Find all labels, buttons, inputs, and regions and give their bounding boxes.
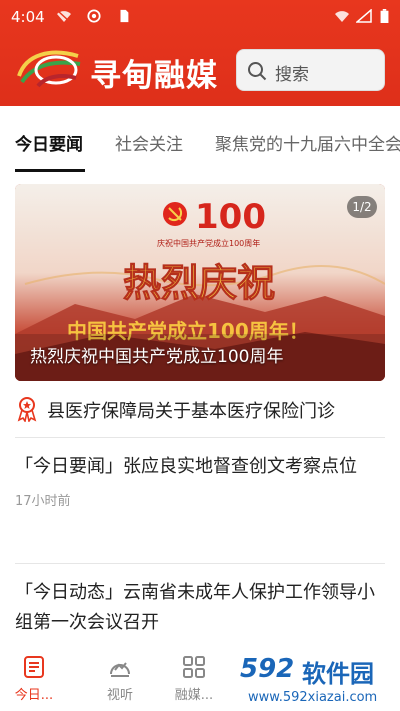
brand-logo-icon (17, 50, 81, 88)
nav-today[interactable]: 今日... (4, 654, 64, 710)
divider (15, 437, 385, 438)
award-ribbon-icon (17, 397, 37, 422)
news-title: 「今日要闻」张应良实地督查创文考察点位 (15, 456, 357, 477)
banner-number: 100 (195, 197, 266, 237)
banner-main-text: 热烈庆祝 (123, 261, 275, 305)
search-icon (248, 62, 267, 81)
news-item[interactable]: 「今日要闻」张应良实地督查创文考察点位 17小时前 (15, 452, 385, 509)
data-saver-icon (87, 9, 101, 23)
app-screen: 4:04 寻甸融媒 搜索 今日要闻 社会关注 聚焦党的十九届六中全会 100 庆… (0, 0, 400, 711)
wifi-x-icon (335, 11, 349, 22)
watermark-url: www.592xiazai.com (248, 690, 378, 705)
search-box[interactable]: 搜索 (236, 49, 385, 91)
tab-sixth-plenary[interactable]: 聚焦党的十九届六中全会 (215, 130, 400, 155)
category-tabs: 今日要闻 社会关注 聚焦党的十九届六中全会 (0, 106, 400, 172)
wifi-off-icon (57, 10, 71, 23)
sim-card-icon (120, 9, 129, 23)
tab-today-news[interactable]: 今日要闻 (15, 130, 83, 155)
status-time: 4:04 (11, 8, 45, 26)
watermark-number: 592 (240, 654, 295, 684)
hammer-sickle-icon (163, 202, 187, 226)
nav-apps[interactable]: 融媒... (164, 654, 224, 710)
apps-icon (183, 656, 205, 678)
news-icon (24, 656, 44, 678)
brand-name: 寻甸融媒 (90, 58, 218, 94)
battery-icon (380, 9, 389, 23)
divider (15, 563, 385, 564)
nav-label: 视听 (106, 688, 133, 703)
notice-ticker[interactable]: 县医疗保障局关于基本医疗保险门诊 (15, 392, 385, 428)
brand: 寻甸融媒 (16, 44, 231, 94)
site-watermark: 592 软件园 www.592xiazai.com (238, 652, 398, 710)
status-bar: 4:04 (0, 0, 400, 33)
app-header: 4:04 寻甸融媒 搜索 (0, 0, 400, 106)
nav-label: 融媒... (174, 688, 214, 703)
banner-caption[interactable]: 热烈庆祝中国共产党成立100周年 (30, 342, 283, 367)
news-title: 「今日动态」云南省未成年人保护工作领导小组第一次会议召开 (15, 582, 375, 633)
tab-indicator (15, 169, 85, 172)
tab-social-focus[interactable]: 社会关注 (115, 130, 183, 155)
search-placeholder: 搜索 (275, 65, 309, 85)
banner-page-counter: 1/2 (347, 196, 377, 218)
ticker-text: 县医疗保障局关于基本医疗保险门诊 (47, 401, 335, 422)
news-item[interactable]: 「今日动态」云南省未成年人保护工作领导小组第一次会议召开 (15, 578, 385, 638)
news-time: 17小时前 (15, 494, 71, 509)
banner-carousel[interactable]: 100 庆祝中国共产党成立100周年 热烈庆祝 中国共产党成立100周年！ 1/… (15, 184, 385, 381)
media-icon (110, 662, 130, 677)
nav-media[interactable]: 视听 (90, 654, 150, 710)
banner-small-text: 庆祝中国共产党成立100周年 (157, 238, 260, 248)
signal-icon (356, 9, 372, 23)
watermark-name: 软件园 (302, 660, 374, 688)
nav-label: 今日... (14, 688, 54, 703)
